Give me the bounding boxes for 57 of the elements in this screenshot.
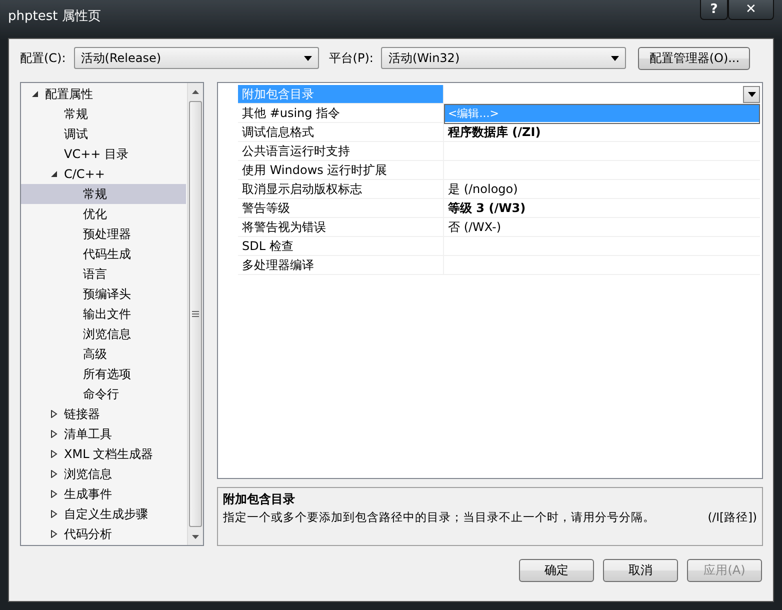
expanded-arrow-icon[interactable] xyxy=(50,170,58,178)
grip-icon xyxy=(192,311,199,317)
description-text: 指定一个或多个要添加到包含路径中的目录；当目录不止一个时，请用分号分隔。 xyxy=(223,510,655,525)
configuration-dropdown[interactable]: 活动(Release) xyxy=(74,47,319,69)
property-value: 等级 3 (/W3) xyxy=(448,200,526,216)
tree-item[interactable]: 清单工具 xyxy=(21,424,186,444)
tree-item[interactable]: VC++ 目录 xyxy=(21,144,186,164)
tree-item[interactable]: 调试 xyxy=(21,124,186,144)
tree-item[interactable]: 常规 xyxy=(21,184,186,204)
tree-item[interactable]: 语言 xyxy=(21,264,186,284)
switch-text: (/I[路径]) xyxy=(708,510,757,525)
caret-icon xyxy=(748,92,756,96)
help-button[interactable]: ? xyxy=(700,0,728,20)
collapsed-arrow-icon[interactable] xyxy=(50,430,58,438)
configuration-manager-button[interactable]: 配置管理器(O)... xyxy=(638,46,750,70)
tree-item[interactable]: XML 文档生成器 xyxy=(21,444,186,464)
scroll-up-icon[interactable] xyxy=(192,90,199,94)
property-value: 程序数据库 (/ZI) xyxy=(448,124,541,140)
caret-icon xyxy=(611,56,620,60)
tree-item[interactable]: 所有选项 xyxy=(21,364,186,384)
dropdown-button[interactable] xyxy=(743,86,760,102)
tree-item[interactable]: 输出文件 xyxy=(21,304,186,324)
scroll-down-icon[interactable] xyxy=(192,534,199,538)
tree-item[interactable]: 自定义生成步骤 xyxy=(21,504,186,524)
platform-dropdown[interactable]: 活动(Win32) xyxy=(381,47,626,69)
caret-icon xyxy=(304,56,312,60)
collapsed-arrow-icon[interactable] xyxy=(50,490,58,498)
collapsed-arrow-icon[interactable] xyxy=(50,530,58,538)
collapsed-arrow-icon[interactable] xyxy=(50,450,58,458)
close-button[interactable]: ✕ xyxy=(728,0,774,20)
tree-item[interactable]: C/C++ xyxy=(21,164,186,184)
collapsed-arrow-icon[interactable] xyxy=(50,470,58,478)
expanded-arrow-icon[interactable] xyxy=(31,90,39,98)
collapsed-arrow-icon[interactable] xyxy=(50,510,58,518)
dialog-button[interactable]: 取消 xyxy=(603,559,678,582)
window-title: phptest 属性页 xyxy=(8,8,102,25)
description-title: 附加包含目录 xyxy=(223,491,296,508)
tree-item[interactable]: 高级 xyxy=(21,344,186,364)
tree-item[interactable]: 命令行 xyxy=(21,384,186,404)
tree-item[interactable]: 链接器 xyxy=(21,404,186,424)
configuration-label: 配置(C): xyxy=(20,50,66,66)
tree-item[interactable]: 常规 xyxy=(21,104,186,124)
collapsed-arrow-icon[interactable] xyxy=(50,410,58,418)
tree-item[interactable]: 代码生成 xyxy=(21,244,186,264)
tree-item[interactable]: 浏览信息 xyxy=(21,324,186,344)
property-value: 否 (/WX-) xyxy=(448,218,502,236)
platform-label: 平台(P): xyxy=(328,50,374,66)
tree-item[interactable]: 优化 xyxy=(21,204,186,224)
tree-item[interactable]: 预处理器 xyxy=(21,224,186,244)
tree-item[interactable]: 预编译头 xyxy=(21,284,186,304)
tree-item[interactable]: 代码分析 xyxy=(21,524,186,544)
tree-item[interactable]: 配置属性 xyxy=(21,84,186,104)
tree-item[interactable]: 生成事件 xyxy=(21,484,186,504)
scrollbar-thumb[interactable] xyxy=(189,101,202,527)
dialog-button[interactable]: 确定 xyxy=(519,559,594,582)
tree-item[interactable]: 浏览信息 xyxy=(21,464,186,484)
property-value: 是 (/nologo) xyxy=(448,180,518,198)
